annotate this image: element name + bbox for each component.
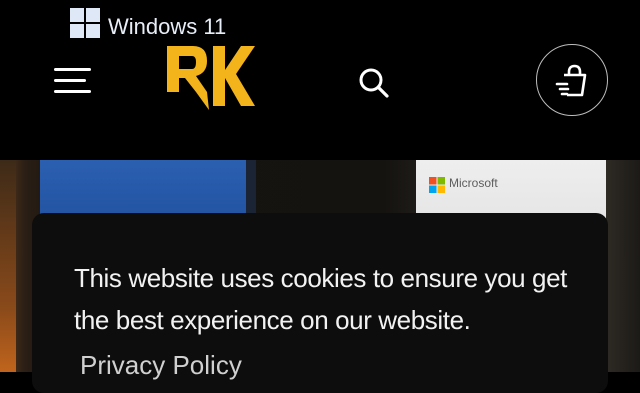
microsoft-box-label: Microsoft: [449, 176, 498, 190]
search-icon[interactable]: [354, 64, 392, 102]
windows-box-label: Windows 11: [108, 14, 227, 39]
windows-logo-icon: [70, 8, 100, 38]
hamburger-menu-icon[interactable]: [54, 68, 92, 94]
cookie-message: This website uses cookies to ensure you …: [74, 263, 567, 335]
brand-logo[interactable]: [163, 42, 258, 114]
microsoft-logo-icon: [429, 177, 445, 193]
privacy-policy-link[interactable]: Privacy Policy: [80, 345, 242, 385]
cart-button[interactable]: [536, 44, 608, 116]
shopping-bag-icon: [555, 64, 587, 97]
